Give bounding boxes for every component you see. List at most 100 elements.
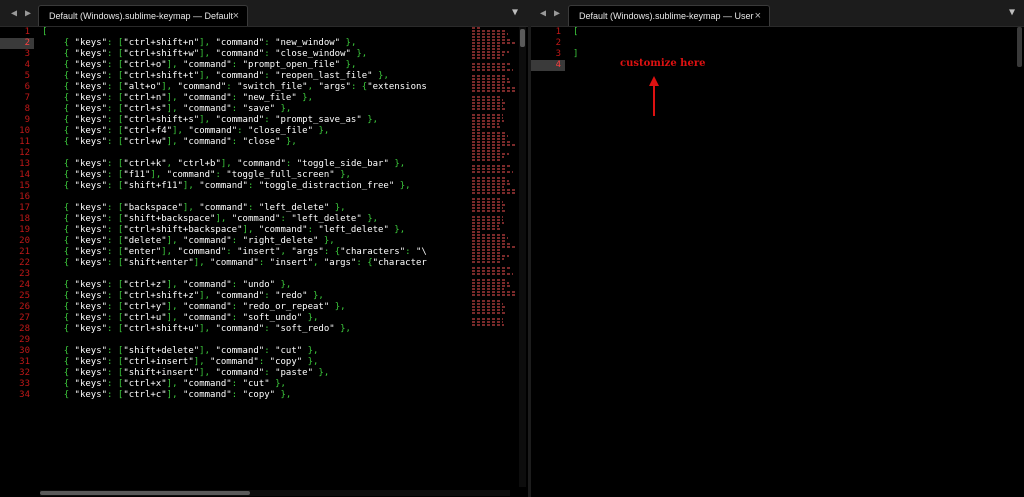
scrollbar-thumb[interactable]	[40, 491, 250, 495]
minimap-line	[472, 123, 499, 125]
vertical-scrollbar[interactable]	[519, 27, 526, 487]
left-code-line[interactable]: { "keys": ["ctrl+c"], "command": "copy" …	[42, 390, 468, 401]
minimap-line	[472, 165, 513, 167]
line-number: 8	[24, 104, 30, 114]
minimap-line	[472, 231, 480, 233]
minimap-line	[472, 114, 503, 116]
minimap-line	[472, 321, 503, 323]
minimap-line	[472, 294, 515, 296]
left-code-line[interactable]: { "keys": ["ctrl+shift+s"], "command": "…	[42, 115, 468, 126]
minimap-line	[472, 288, 505, 290]
scrollbar-thumb[interactable]	[520, 29, 525, 47]
minimap-line	[472, 54, 504, 56]
left-code-line[interactable]	[42, 148, 468, 159]
minimap-line	[472, 66, 507, 68]
minimap-line	[472, 30, 507, 32]
left-code-line[interactable]: { "keys": ["shift+enter"], "command": "i…	[42, 258, 468, 269]
minimap-line	[472, 234, 507, 236]
left-code-line[interactable]: { "keys": ["ctrl+shift+w"], "command": "…	[42, 49, 468, 60]
line-number: 16	[19, 192, 30, 202]
minimap-line	[472, 168, 507, 170]
nav-back-icon[interactable]: ◀	[537, 8, 549, 19]
left-code-line[interactable]: { "keys": ["shift+insert"], "command": "…	[42, 368, 468, 379]
close-tab-icon[interactable]: ×	[233, 6, 239, 27]
left-line-gutter: 1 2 3 4 5 6 7 8 9 10 11 12 13 14 15 16 17 18 19 20 21 22 23 24 2…	[0, 27, 34, 401]
minimap-line	[472, 207, 503, 209]
left-code-line[interactable]: { "keys": ["shift+backspace"], "command"…	[42, 214, 468, 225]
right-code-line[interactable]	[573, 38, 964, 49]
minimap-line	[472, 171, 513, 173]
left-tab-bar: ◀ ▶ Default (Windows).sublime-keymap — D…	[0, 0, 528, 27]
right-code-line[interactable]: [	[573, 27, 964, 38]
minimap-line	[472, 159, 501, 161]
minimap-line	[472, 45, 502, 47]
left-code-line[interactable]: { "keys": ["ctrl+y"], "command": "redo_o…	[42, 302, 468, 313]
left-editor[interactable]: 1 2 3 4 5 6 7 8 9 10 11 12 13 14 15 16 17 18 19 20 21 22 23 24 2…	[0, 27, 528, 497]
minimap-line	[472, 252, 500, 254]
line-number: 17	[19, 203, 30, 213]
left-code-area[interactable]: [ { "keys": ["ctrl+shift+n"], "command":…	[42, 27, 468, 401]
left-code-line[interactable]: { "keys": ["ctrl+s"], "command": "save" …	[42, 104, 468, 115]
minimap-line	[472, 261, 501, 263]
minimap-line	[472, 180, 510, 182]
left-code-line[interactable]: { "keys": ["ctrl+u"], "command": "soft_u…	[42, 313, 468, 324]
line-number: 2	[0, 38, 34, 49]
tab-title: Default (Windows).sublime-keymap — User	[579, 11, 754, 21]
left-code-line[interactable]: { "keys": ["shift+delete"], "command": "…	[42, 346, 468, 357]
sublime-window: ◀ ▶ Default (Windows).sublime-keymap — D…	[0, 0, 1024, 497]
left-code-line[interactable]: [	[42, 27, 468, 38]
left-code-line[interactable]: { "keys": ["ctrl+shift+t"], "command": "…	[42, 71, 468, 82]
tab-default-keymap[interactable]: Default (Windows).sublime-keymap — Defau…	[38, 5, 248, 26]
left-code-line[interactable]: { "keys": ["shift+f11"], "command": "tog…	[42, 181, 468, 192]
left-code-line[interactable]: { "keys": ["ctrl+f4"], "command": "close…	[42, 126, 468, 137]
line-number: 4	[531, 60, 565, 71]
left-code-line[interactable]: { "keys": ["ctrl+insert"], "command": "c…	[42, 357, 468, 368]
left-code-line[interactable]: { "keys": ["enter"], "command": "insert"…	[42, 247, 468, 258]
minimap-line	[472, 153, 510, 155]
minimap-line	[472, 198, 500, 200]
left-code-line[interactable]: { "keys": ["ctrl+shift+backspace"], "com…	[42, 225, 468, 236]
line-number: 19	[19, 225, 30, 235]
left-code-line[interactable]: { "keys": ["ctrl+x"], "command": "cut" }…	[42, 379, 468, 390]
tab-dropdown-icon[interactable]: ▼	[1009, 0, 1015, 26]
tab-dropdown-icon[interactable]: ▼	[512, 0, 518, 26]
horizontal-scrollbar[interactable]	[40, 490, 510, 496]
left-code-line[interactable]: { "keys": ["ctrl+shift+n"], "command": "…	[42, 38, 468, 49]
line-number: 10	[19, 126, 30, 136]
line-number: 26	[19, 302, 30, 312]
line-number: 15	[19, 181, 30, 191]
left-code-line[interactable]: { "keys": ["alt+o"], "command": "switch_…	[42, 82, 468, 93]
left-code-line[interactable]: { "keys": ["ctrl+shift+z"], "command": "…	[42, 291, 468, 302]
minimap[interactable]	[472, 27, 518, 327]
left-code-line[interactable]: { "keys": ["backspace"], "command": "lef…	[42, 203, 468, 214]
left-code-line[interactable]: { "keys": ["delete"], "command": "right_…	[42, 236, 468, 247]
minimap-line	[472, 51, 510, 53]
left-code-line[interactable]: { "keys": ["ctrl+z"], "command": "undo" …	[42, 280, 468, 291]
left-code-line[interactable]	[42, 269, 468, 280]
left-code-line[interactable]: { "keys": ["ctrl+o"], "command": "prompt…	[42, 60, 468, 71]
minimap-line	[472, 177, 506, 179]
line-number: 9	[24, 115, 30, 125]
left-code-line[interactable]	[42, 192, 468, 203]
close-tab-icon[interactable]: ×	[755, 6, 761, 27]
line-number: 21	[19, 247, 30, 257]
left-code-line[interactable]: { "keys": ["ctrl+n"], "command": "new_fi…	[42, 93, 468, 104]
right-editor[interactable]: 1234 []	[531, 27, 1024, 497]
left-code-line[interactable]	[42, 335, 468, 346]
left-code-line[interactable]: { "keys": ["ctrl+w"], "command": "close"…	[42, 137, 468, 148]
minimap-line	[472, 57, 501, 59]
minimap-line	[472, 312, 507, 314]
minimap-line	[472, 135, 508, 137]
nav-forward-icon[interactable]: ▶	[22, 8, 34, 19]
minimap-line	[472, 108, 507, 110]
right-tab-bar: ◀ ▶ Default (Windows).sublime-keymap — U…	[531, 0, 1024, 27]
minimap-line	[472, 129, 480, 131]
left-code-line[interactable]: { "keys": ["ctrl+k", "ctrl+b"], "command…	[42, 159, 468, 170]
nav-forward-icon[interactable]: ▶	[551, 8, 563, 19]
tab-user-keymap[interactable]: Default (Windows).sublime-keymap — User …	[568, 5, 770, 26]
vertical-scrollbar[interactable]	[1017, 27, 1022, 67]
nav-back-icon[interactable]: ◀	[8, 8, 20, 19]
left-code-line[interactable]: { "keys": ["ctrl+shift+u"], "command": "…	[42, 324, 468, 335]
line-number: 11	[19, 137, 30, 147]
left-code-line[interactable]: { "keys": ["f11"], "command": "toggle_fu…	[42, 170, 468, 181]
